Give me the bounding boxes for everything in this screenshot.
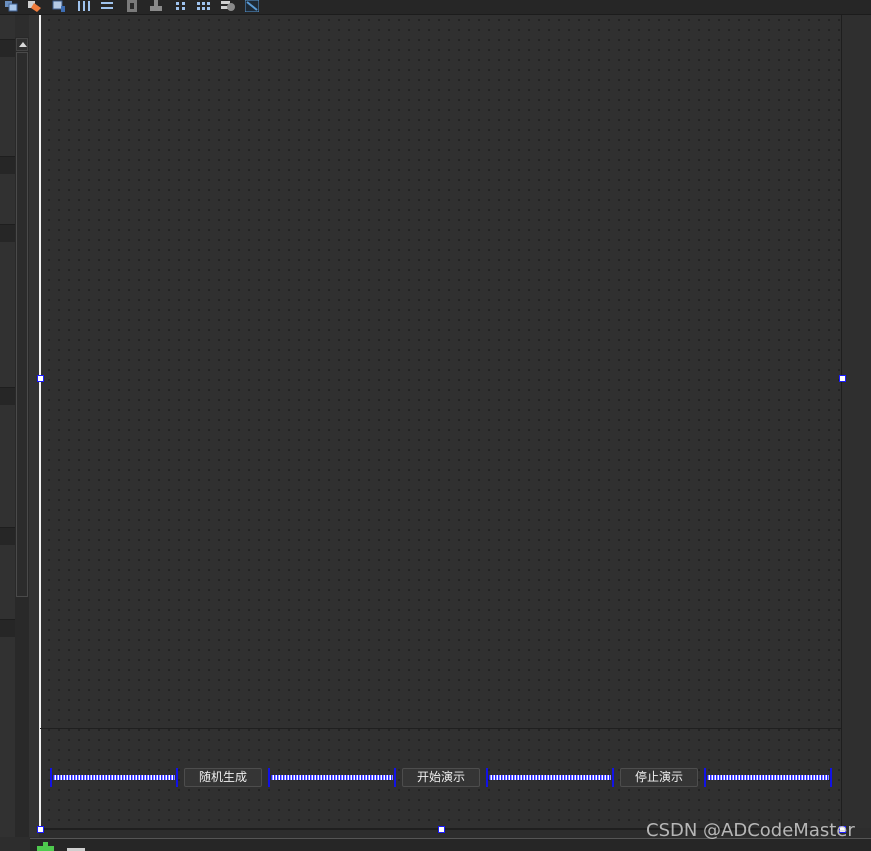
edit-buddies-icon[interactable]: [52, 0, 66, 12]
edit-tab-order-icon[interactable]: [77, 0, 91, 12]
random-generate-button[interactable]: 随机生成: [184, 768, 262, 787]
horizontal-spacer[interactable]: [50, 768, 178, 787]
layout-vertical-icon[interactable]: [125, 0, 139, 12]
layout-form-icon[interactable]: [197, 0, 211, 12]
form-editor-toolbar: [0, 0, 871, 15]
left-dock-panel: [0, 15, 15, 851]
panel-section-header[interactable]: [0, 527, 15, 545]
resize-handle-bottom[interactable]: [438, 826, 445, 833]
editor-gutter: [29, 15, 39, 837]
horizontal-spacer[interactable]: [704, 768, 832, 787]
layout-vertical-splitter-icon[interactable]: [174, 0, 188, 12]
widget-divider: [40, 728, 841, 729]
horizontal-spacer[interactable]: [268, 768, 396, 787]
bottom-left-area: [0, 837, 30, 851]
selection-border: [39, 15, 41, 828]
edit-widgets-icon[interactable]: [4, 0, 18, 12]
edit-signals-slots-icon[interactable]: [28, 0, 42, 12]
resize-handle-bottom-left[interactable]: [37, 826, 44, 833]
panel-section-header[interactable]: [0, 224, 15, 242]
horizontal-spacer[interactable]: [486, 768, 614, 787]
start-demo-button[interactable]: 开始演示: [402, 768, 480, 787]
add-icon[interactable]: [36, 842, 55, 851]
layout-horizontal-splitter-icon[interactable]: [149, 0, 163, 12]
adjust-size-icon[interactable]: [245, 0, 259, 12]
panel-section-header[interactable]: [0, 156, 15, 174]
scroll-up-arrow-icon[interactable]: [16, 38, 28, 51]
scrollbar-thumb[interactable]: [16, 52, 28, 597]
panel-section-header[interactable]: [0, 39, 15, 57]
designer-window: 随机生成 开始演示 停止演示 CSDN @ADCodeMaster: [0, 0, 871, 851]
layout-horizontal-icon[interactable]: [100, 0, 114, 12]
layout-grid-icon[interactable]: [221, 0, 235, 12]
stop-demo-button[interactable]: 停止演示: [620, 768, 698, 787]
form-canvas[interactable]: [40, 15, 842, 828]
resize-handle-left[interactable]: [37, 375, 44, 382]
resize-handle-right[interactable]: [839, 375, 846, 382]
panel-section-header[interactable]: [0, 387, 15, 405]
watermark: CSDN @ADCodeMaster: [646, 820, 855, 841]
panel-section-header[interactable]: [0, 619, 15, 637]
right-margin-area: [842, 15, 871, 828]
